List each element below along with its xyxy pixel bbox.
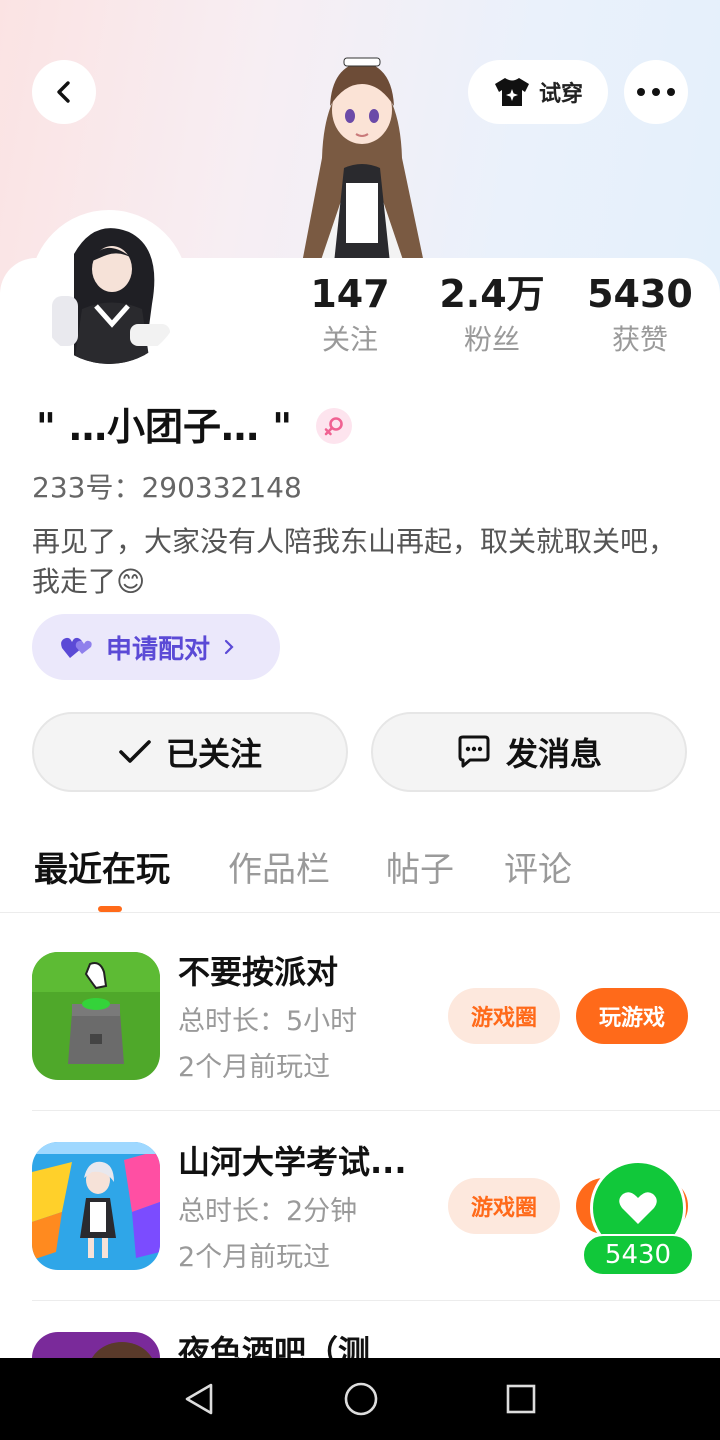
- list-item[interactable]: 夜色酒吧（测: [0, 1300, 720, 1358]
- tab-comments[interactable]: 评论: [504, 844, 572, 896]
- user-id: 233号：290332148: [32, 471, 302, 504]
- stat-following-label: 关注: [321, 323, 378, 356]
- hearts-icon: [61, 637, 92, 658]
- character-avatar-image: [302, 57, 424, 263]
- more-dots-icon: [637, 88, 675, 96]
- back-button[interactable]: [32, 60, 96, 124]
- game-title: 山河大学考试...: [178, 1143, 407, 1181]
- system-navigation-bar: [0, 1358, 720, 1440]
- nav-home-icon[interactable]: [343, 1381, 379, 1417]
- game-icon: [32, 952, 160, 1080]
- play-game-button[interactable]: 玩游戏: [576, 988, 688, 1044]
- game-last-played: 2个月前玩过: [178, 1052, 331, 1083]
- following-button[interactable]: 已关注: [32, 712, 348, 792]
- female-icon: [316, 408, 352, 444]
- stat-likes-value: 5430: [587, 272, 693, 316]
- tab-recently-played[interactable]: 最近在玩: [34, 844, 170, 896]
- apply-pair-label: 申请配对: [106, 634, 211, 665]
- game-icon: [32, 1142, 160, 1270]
- stat-following[interactable]: 147 关注: [275, 268, 425, 360]
- tab-posts[interactable]: 帖子: [386, 844, 454, 896]
- game-title: 夜色酒吧（测: [178, 1333, 371, 1358]
- more-button[interactable]: [624, 60, 688, 124]
- stat-likes[interactable]: 5430 获赞: [565, 268, 715, 360]
- stat-likes-label: 获赞: [611, 323, 668, 356]
- heart-icon: [619, 1192, 657, 1224]
- send-message-button[interactable]: 发消息: [371, 712, 687, 792]
- game-duration: 总时长：5小时: [178, 1006, 358, 1037]
- game-last-played: 2个月前玩过: [178, 1242, 331, 1273]
- like-count: 5430: [582, 1234, 694, 1276]
- following-label: 已关注: [165, 735, 262, 773]
- shirt-sparkle-icon: [494, 78, 529, 106]
- chat-bubble-icon: [458, 735, 490, 768]
- avatar-image: [34, 214, 184, 364]
- stat-fans-label: 粉丝: [463, 323, 520, 356]
- nav-recents-icon[interactable]: [505, 1383, 537, 1415]
- nav-back-icon[interactable]: [183, 1382, 217, 1416]
- game-duration: 总时长：2分钟: [178, 1196, 358, 1227]
- tab-works[interactable]: 作品栏: [228, 844, 330, 896]
- game-title: 不要按派对: [178, 953, 339, 991]
- tab-divider: [0, 912, 720, 913]
- try-on-label: 试穿: [538, 82, 583, 107]
- apply-pair-button[interactable]: 申请配对: [32, 614, 280, 680]
- nickname: " …小团子… ": [36, 405, 293, 449]
- game-circle-button[interactable]: 游戏圈: [448, 988, 560, 1044]
- stat-following-value: 147: [310, 272, 390, 316]
- send-message-label: 发消息: [505, 735, 602, 773]
- stat-fans-value: 2.4万: [439, 272, 545, 316]
- avatar[interactable]: [30, 210, 188, 368]
- bio-text: 再见了，大家没有人陪我东山再起，取关就取关吧，我走了😊: [32, 525, 677, 598]
- chevron-left-icon: [57, 81, 70, 103]
- game-circle-button[interactable]: 游戏圈: [448, 1178, 560, 1234]
- game-icon: [32, 1332, 160, 1358]
- chevron-right-icon: [224, 639, 234, 655]
- try-on-button[interactable]: 试穿: [468, 60, 608, 124]
- check-icon: [119, 740, 151, 763]
- list-item[interactable]: 不要按派对 总时长：5小时 2个月前玩过 游戏圈 玩游戏: [0, 920, 720, 1110]
- stat-fans[interactable]: 2.4万 粉丝: [417, 268, 567, 360]
